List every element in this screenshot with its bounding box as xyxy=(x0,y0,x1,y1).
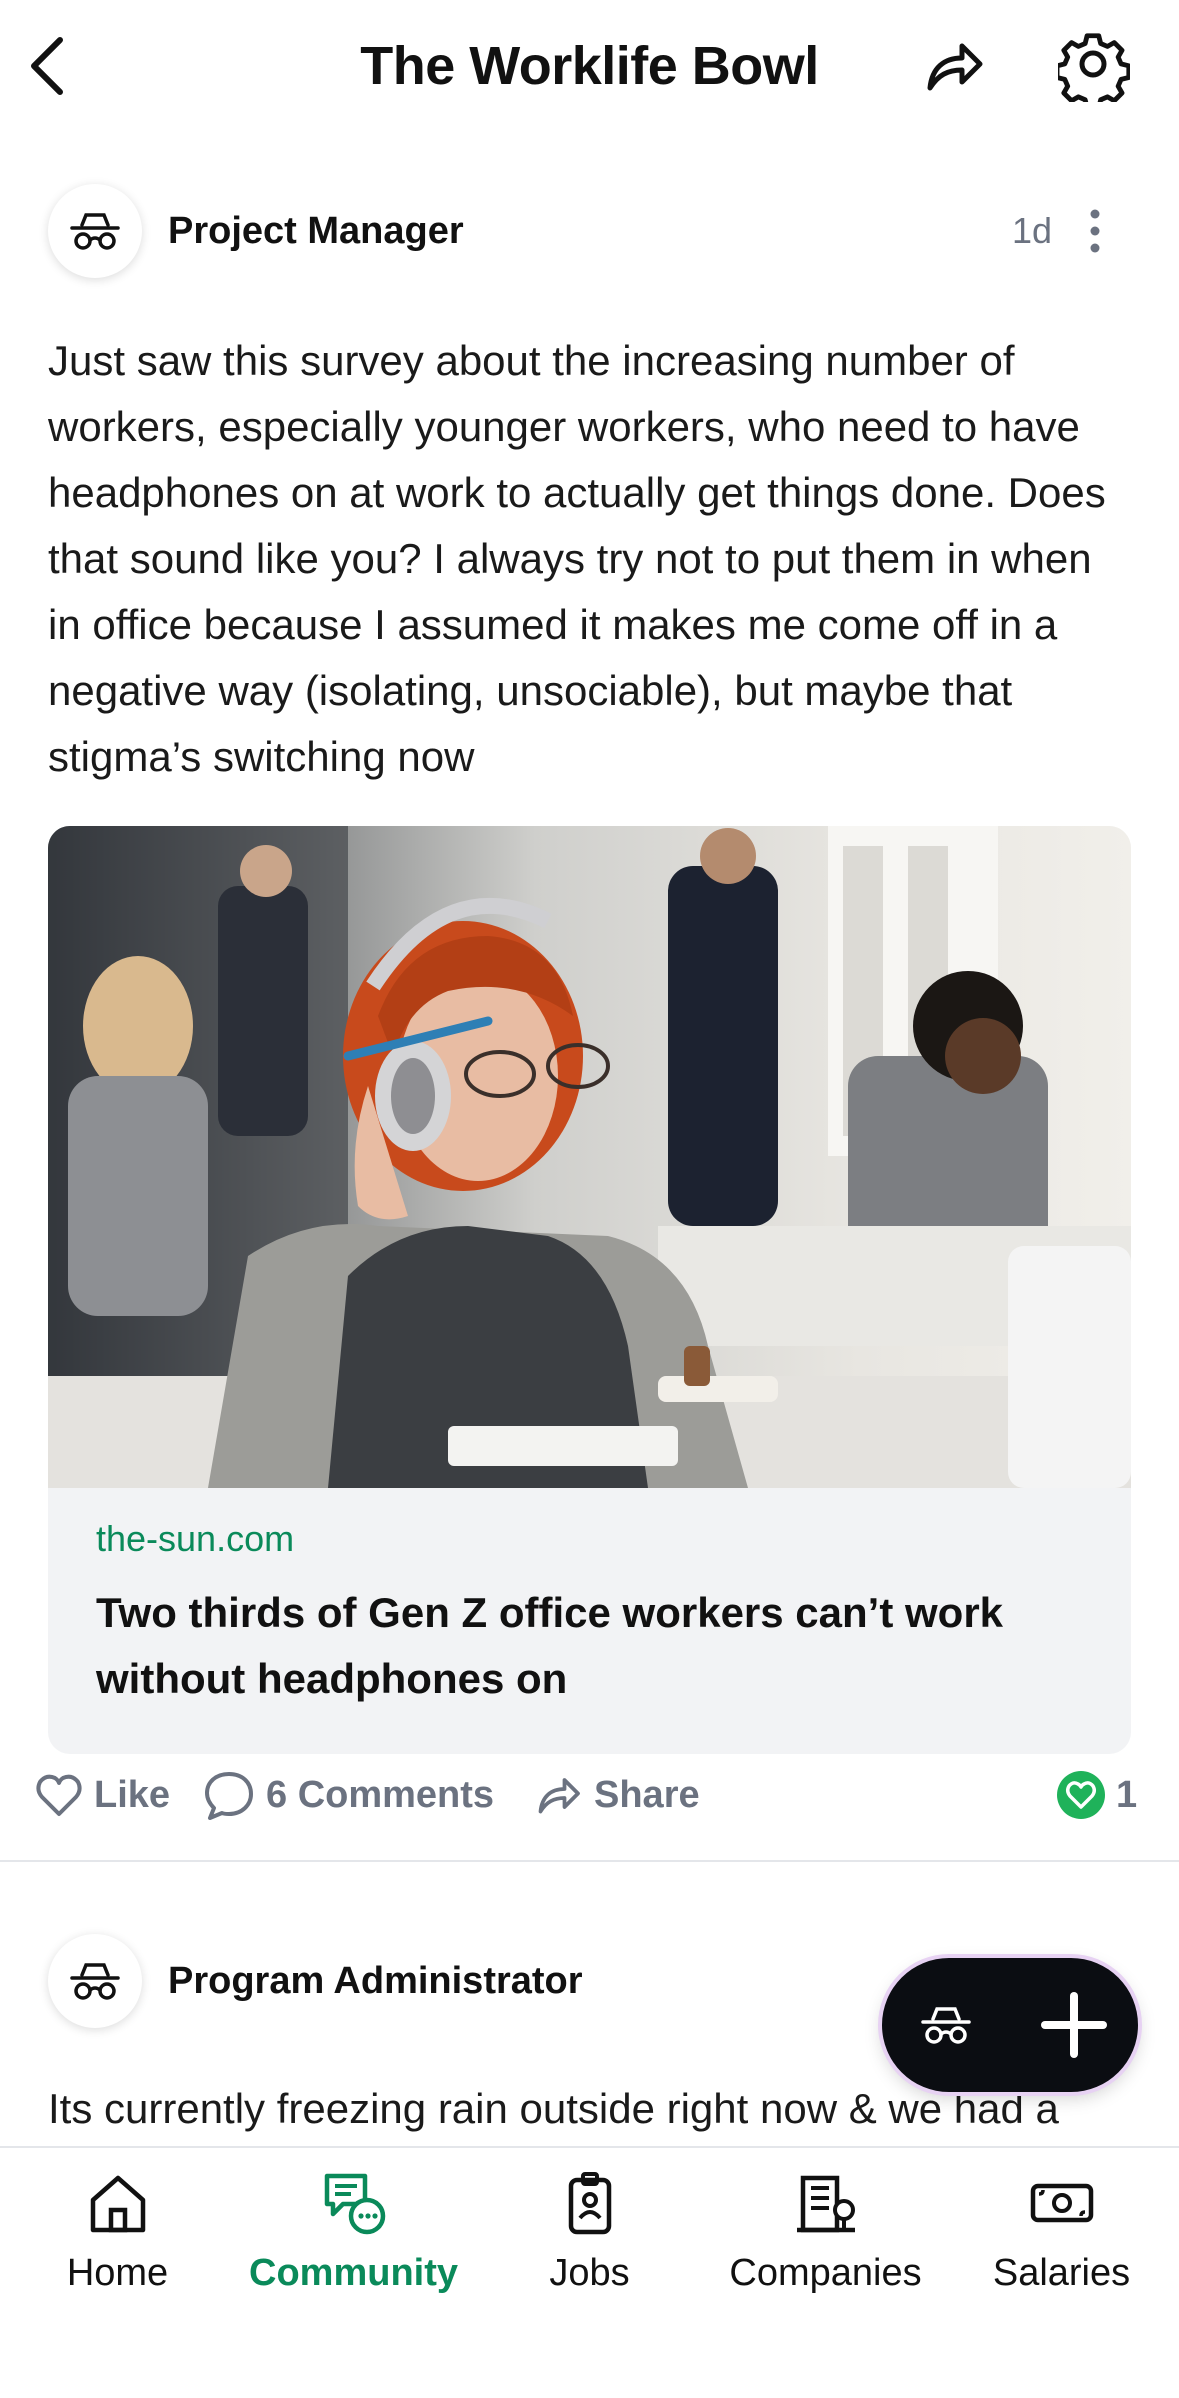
badge-icon xyxy=(568,2172,611,2235)
like-label: Like xyxy=(94,1773,171,1816)
heart-outline-icon xyxy=(36,1774,82,1816)
cash-icon xyxy=(1030,2183,1093,2223)
building-icon xyxy=(796,2175,855,2233)
link-preview-card[interactable]: the-sun.com Two thirds of Gen Z office w… xyxy=(48,826,1131,1754)
comments-label: 6 Comments xyxy=(266,1773,495,1816)
settings-button[interactable] xyxy=(1054,30,1132,110)
share-arrow-icon xyxy=(538,1778,580,1814)
tab-companies[interactable]: Companies xyxy=(708,2168,943,2328)
new-post-button[interactable] xyxy=(1010,1990,1138,2060)
post-actions: Like 6 Comments Share 1 xyxy=(0,1762,1179,1828)
link-headline[interactable]: Two thirds of Gen Z office workers can’t… xyxy=(96,1580,1086,1712)
home-icon xyxy=(90,2175,145,2233)
post-author[interactable]: Program Administrator xyxy=(168,1956,583,2006)
post-time: 1d xyxy=(1012,210,1053,251)
incognito-icon xyxy=(70,1963,120,2000)
tab-jobs[interactable]: Jobs xyxy=(472,2168,707,2328)
post-divider xyxy=(0,1860,1179,1862)
post-author[interactable]: Project Manager xyxy=(168,206,464,256)
tab-label: Community xyxy=(249,2252,458,2294)
tab-community[interactable]: Community xyxy=(236,2168,471,2328)
share-button[interactable] xyxy=(916,30,988,102)
tab-home[interactable]: Home xyxy=(0,2168,235,2328)
post-body: Just saw this survey about the increasin… xyxy=(48,337,1106,780)
incognito-icon xyxy=(921,2007,971,2044)
gear-icon xyxy=(1054,33,1132,110)
share-label: Share xyxy=(594,1773,700,1816)
bottom-tab-bar: Home Community Jobs Companies Salaries xyxy=(0,2146,1179,2398)
incognito-toggle[interactable] xyxy=(882,2005,1010,2045)
link-domain: the-sun.com xyxy=(96,1518,295,1559)
comment-bubble-icon xyxy=(205,1772,253,1820)
page-title: The Worklife Bowl xyxy=(360,36,819,96)
heart-reaction-icon xyxy=(1057,1771,1105,1819)
tab-label: Companies xyxy=(729,2252,922,2294)
share-post-button[interactable]: Share xyxy=(530,1762,700,1828)
post-menu-button[interactable] xyxy=(1080,206,1110,256)
plus-icon xyxy=(1041,1992,1107,2058)
tab-label: Salaries xyxy=(992,2252,1131,2294)
article-photo xyxy=(48,826,1131,1488)
avatar[interactable] xyxy=(48,1934,142,2028)
create-post-fab[interactable] xyxy=(882,1958,1138,2092)
share-arrow-icon xyxy=(927,43,983,91)
tab-salaries[interactable]: Salaries xyxy=(944,2168,1179,2328)
reaction-summary[interactable]: 1 xyxy=(1056,1762,1137,1828)
community-chat-icon xyxy=(324,2173,385,2235)
reaction-count: 1 xyxy=(1116,1773,1138,1816)
top-bar: The Worklife Bowl xyxy=(0,0,1179,140)
avatar[interactable] xyxy=(48,184,142,278)
tab-label: Jobs xyxy=(549,2252,630,2294)
comments-button[interactable]: 6 Comments xyxy=(202,1762,494,1828)
more-vertical-icon xyxy=(1090,209,1100,253)
like-button[interactable]: Like xyxy=(34,1762,170,1828)
incognito-icon xyxy=(70,213,120,250)
tab-label: Home xyxy=(66,2252,169,2294)
